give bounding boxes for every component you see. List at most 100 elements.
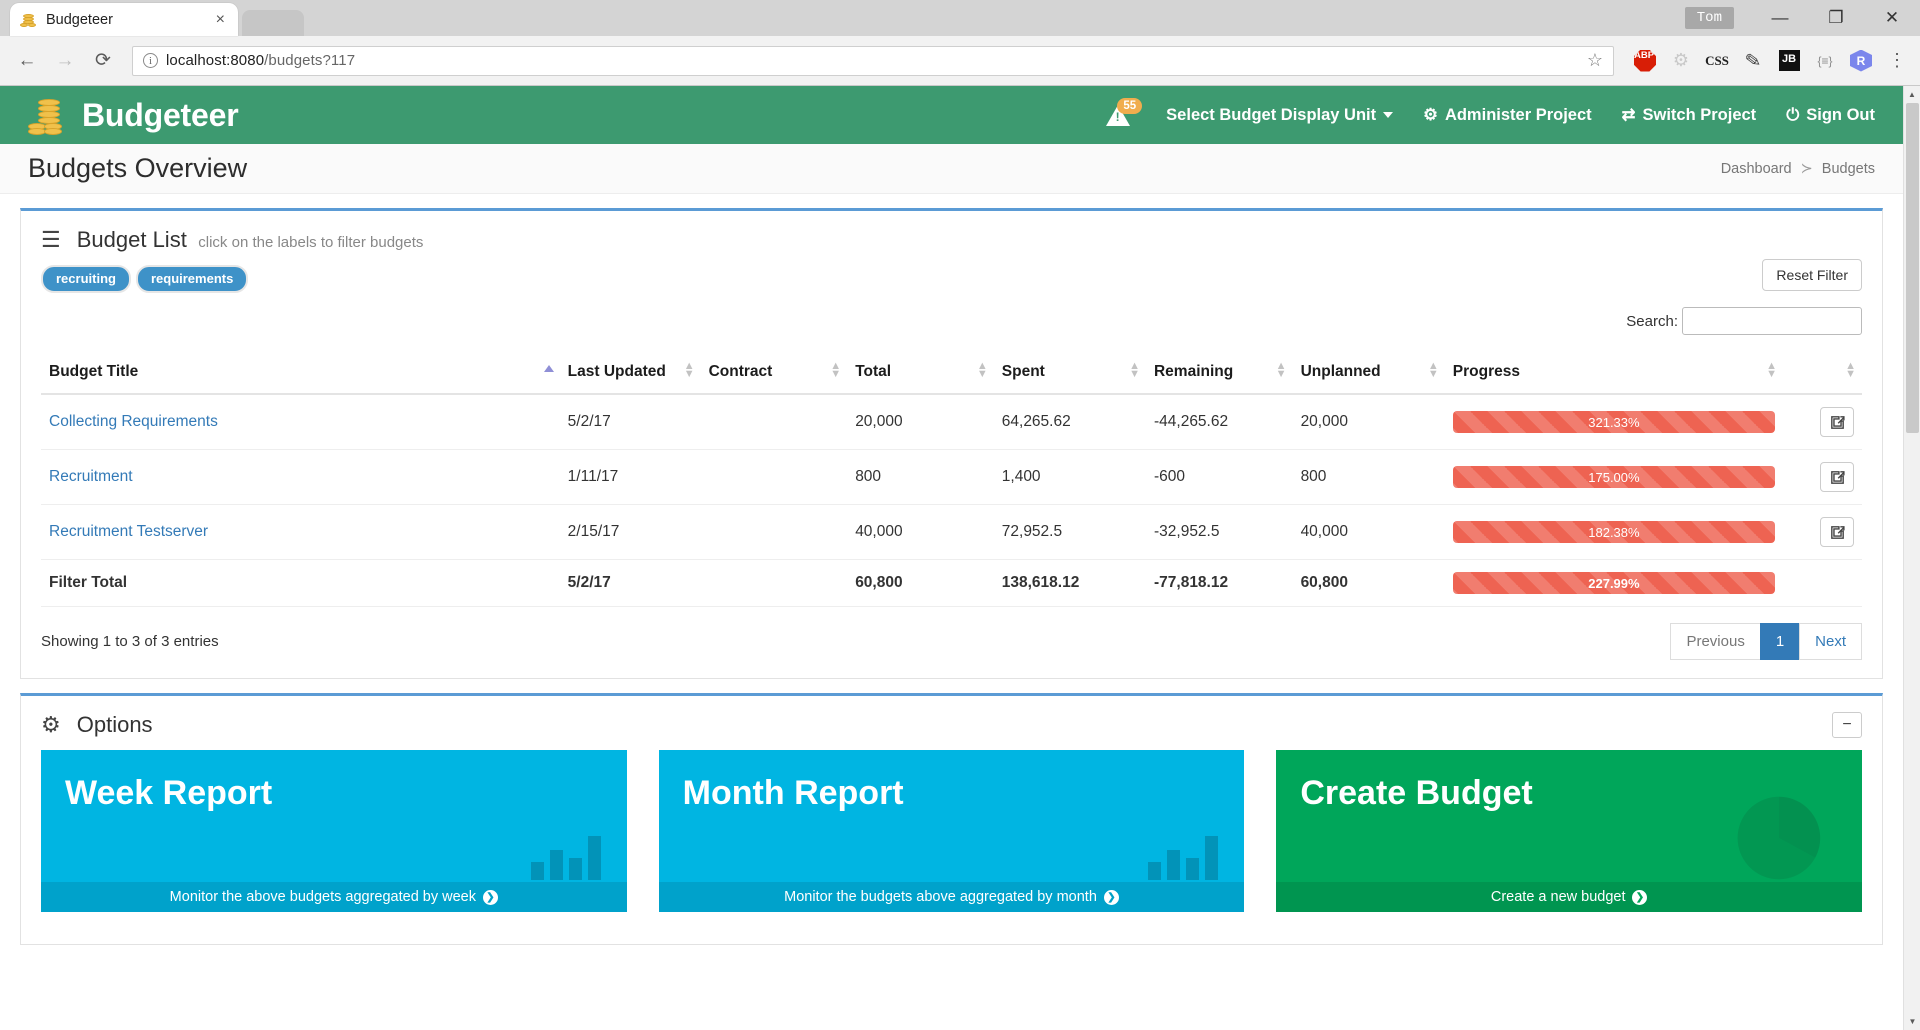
nav-administer-project[interactable]: ⚙ Administer Project — [1423, 105, 1592, 125]
back-icon[interactable]: ← — [10, 44, 44, 78]
bookmark-star-icon[interactable]: ☆ — [1587, 50, 1603, 71]
filter-tag-recruiting[interactable]: recruiting — [41, 265, 131, 294]
reload-icon[interactable]: ⟳ — [86, 44, 120, 78]
cell-actions — [1783, 559, 1862, 608]
cell-unplanned: 800 — [1292, 449, 1445, 506]
page-scrollbar[interactable]: ▲ ▼ — [1903, 86, 1920, 1030]
braces-extension-icon[interactable]: {≡} — [1812, 48, 1838, 74]
minimize-button[interactable]: — — [1752, 0, 1808, 36]
scroll-up-arrow-icon[interactable]: ▲ — [1904, 86, 1920, 103]
edit-budget-button[interactable] — [1820, 462, 1854, 493]
tab-close-icon[interactable]: × — [213, 11, 228, 28]
browser-tab-budgeteer[interactable]: Budgeteer × — [10, 3, 238, 36]
site-info-icon[interactable]: i — [143, 53, 158, 68]
forward-icon[interactable]: → — [48, 44, 82, 78]
nav-sign-out[interactable]: ⏻ Sign Out — [1786, 106, 1875, 125]
profile-name-chip[interactable]: Tom — [1684, 7, 1734, 29]
sort-both-icon: ▲ ▼ — [976, 360, 988, 381]
close-window-button[interactable]: ✕ — [1864, 0, 1920, 36]
column-unplanned[interactable]: Unplanned ▲ ▼ — [1292, 353, 1445, 396]
extension-strip: ABP ⚙ CSS ✎ JB {≡} R ⋮ — [1626, 48, 1910, 74]
cell-actions — [1783, 504, 1862, 561]
filter-tag-requirements[interactable]: requirements — [135, 265, 249, 294]
pagination-previous[interactable]: Previous — [1670, 623, 1761, 661]
pagination-next[interactable]: Next — [1799, 623, 1862, 661]
gear-extension-icon[interactable]: ⚙ — [1668, 48, 1694, 74]
cell-unplanned: 60,800 — [1292, 559, 1445, 608]
warning-count-badge: 55 — [1117, 97, 1143, 115]
budget-list-title: Budget List — [76, 227, 187, 252]
reset-filter-button[interactable]: Reset Filter — [1762, 259, 1862, 291]
table-row[interactable]: Recruitment Testserver 2/15/17 40,000 72… — [41, 504, 1862, 561]
address-bar[interactable]: i localhost:8080/budgets?117 ☆ — [132, 45, 1614, 76]
budget-title-link[interactable]: Collecting Requirements — [49, 413, 218, 430]
nav-sign-out-label: Sign Out — [1806, 105, 1875, 124]
edit-pencil-icon — [1830, 470, 1845, 484]
create-budget-card[interactable]: Create Budget Create a new budget ❯ — [1276, 750, 1863, 913]
cell-spent: 64,265.62 — [993, 394, 1146, 451]
cell-budget-title[interactable]: Collecting Requirements — [41, 394, 560, 451]
options-panel: ⚙ Options − Week Report Monitor the abov… — [20, 693, 1883, 946]
column-budget-title[interactable]: Budget Title — [41, 353, 560, 396]
tab-strip: Budgeteer × Tom — ❐ ✕ — [0, 0, 1920, 36]
column-contract[interactable]: Contract ▲ ▼ — [700, 353, 848, 396]
month-report-footer[interactable]: Monitor the budgets above aggregated by … — [658, 882, 1245, 913]
cell-last-updated: 2/15/17 — [559, 504, 701, 561]
jetbrains-extension-icon[interactable]: JB — [1776, 48, 1802, 74]
cell-budget-title[interactable]: Recruitment Testserver — [41, 504, 560, 561]
column-remaining[interactable]: Remaining ▲ ▼ — [1145, 353, 1293, 396]
address-bar-url: localhost:8080/budgets?117 — [166, 52, 355, 69]
column-progress[interactable]: Progress ▲ ▼ — [1444, 353, 1784, 396]
page-title: Budgets Overview — [28, 153, 248, 183]
table-row[interactable]: Recruitment 1/11/17 800 1,400 -600 800 1… — [41, 449, 1862, 506]
scrollbar-thumb[interactable] — [1906, 103, 1919, 433]
month-report-card[interactable]: Month Report Monitor the budgets above a… — [658, 750, 1245, 913]
arrow-right-icon: ❯ — [1103, 889, 1119, 905]
nav-switch-project[interactable]: ⇄ Switch Project — [1622, 105, 1757, 125]
abp-extension-icon[interactable]: ABP — [1632, 48, 1658, 74]
budget-title-link[interactable]: Recruitment Testserver — [49, 523, 208, 540]
column-spent[interactable]: Spent ▲ ▼ — [993, 353, 1146, 396]
collapse-options-button[interactable]: − — [1832, 712, 1862, 739]
browser-menu-icon[interactable]: ⋮ — [1884, 48, 1910, 74]
breadcrumb-separator-icon: ≻ — [1800, 160, 1813, 177]
new-tab-button[interactable] — [242, 10, 304, 36]
r-extension-icon[interactable]: R — [1848, 48, 1874, 74]
breadcrumb-budgets[interactable]: Budgets — [1822, 161, 1875, 177]
css-extension-icon[interactable]: CSS — [1704, 48, 1730, 74]
browser-toolbar: ← → ⟳ i localhost:8080/budgets?117 ☆ ABP… — [0, 36, 1920, 86]
cell-budget-title[interactable]: Recruitment — [41, 449, 560, 506]
column-last-updated[interactable]: Last Updated ▲ ▼ — [559, 353, 701, 396]
power-icon: ⏻ — [1786, 105, 1800, 124]
brand[interactable]: Budgeteer — [28, 95, 239, 135]
cell-last-updated: 5/2/17 — [559, 559, 701, 608]
breadcrumb-dashboard[interactable]: Dashboard — [1721, 161, 1792, 177]
budget-table-header: Budget Title Last Updated ▲ ▼ Contract ▲… — [41, 353, 1862, 396]
filter-tag-list: recruiting requirements — [41, 259, 249, 294]
edit-budget-button[interactable] — [1820, 407, 1854, 438]
week-report-title: Week Report — [65, 774, 273, 813]
budget-list-header: ☰ Budget List click on the labels to fil… — [21, 211, 1882, 259]
pencil-extension-icon[interactable]: ✎ — [1738, 46, 1767, 75]
cell-total: 20,000 — [847, 394, 994, 451]
nav-select-budget-display-unit[interactable]: Select Budget Display Unit — [1166, 106, 1394, 125]
column-total[interactable]: Total ▲ ▼ — [847, 353, 994, 396]
create-budget-footer[interactable]: Create a new budget ❯ — [1276, 882, 1863, 913]
maximize-button[interactable]: ❐ — [1808, 0, 1864, 36]
column-actions[interactable]: ▲ ▼ — [1783, 353, 1862, 396]
pagination-page-1[interactable]: 1 — [1759, 623, 1801, 661]
budget-title-link[interactable]: Recruitment — [49, 468, 133, 485]
url-path: /budgets?117 — [264, 52, 356, 69]
scroll-down-arrow-icon[interactable]: ▼ — [1904, 1013, 1920, 1030]
week-report-footer[interactable]: Monitor the above budgets aggregated by … — [41, 882, 627, 913]
search-input[interactable] — [1682, 307, 1862, 336]
week-report-card[interactable]: Week Report Monitor the above budgets ag… — [41, 750, 627, 913]
bar-chart-icon — [530, 828, 601, 881]
sort-both-icon: ▲ ▼ — [830, 360, 842, 381]
table-row[interactable]: Collecting Requirements 5/2/17 20,000 64… — [41, 394, 1862, 451]
budget-list-panel: ☰ Budget List click on the labels to fil… — [20, 208, 1883, 680]
warning-indicator[interactable]: 55 — [1106, 97, 1143, 126]
arrow-right-icon: ❯ — [1632, 889, 1648, 905]
cell-total: 60,800 — [847, 559, 994, 608]
edit-budget-button[interactable] — [1820, 517, 1854, 548]
